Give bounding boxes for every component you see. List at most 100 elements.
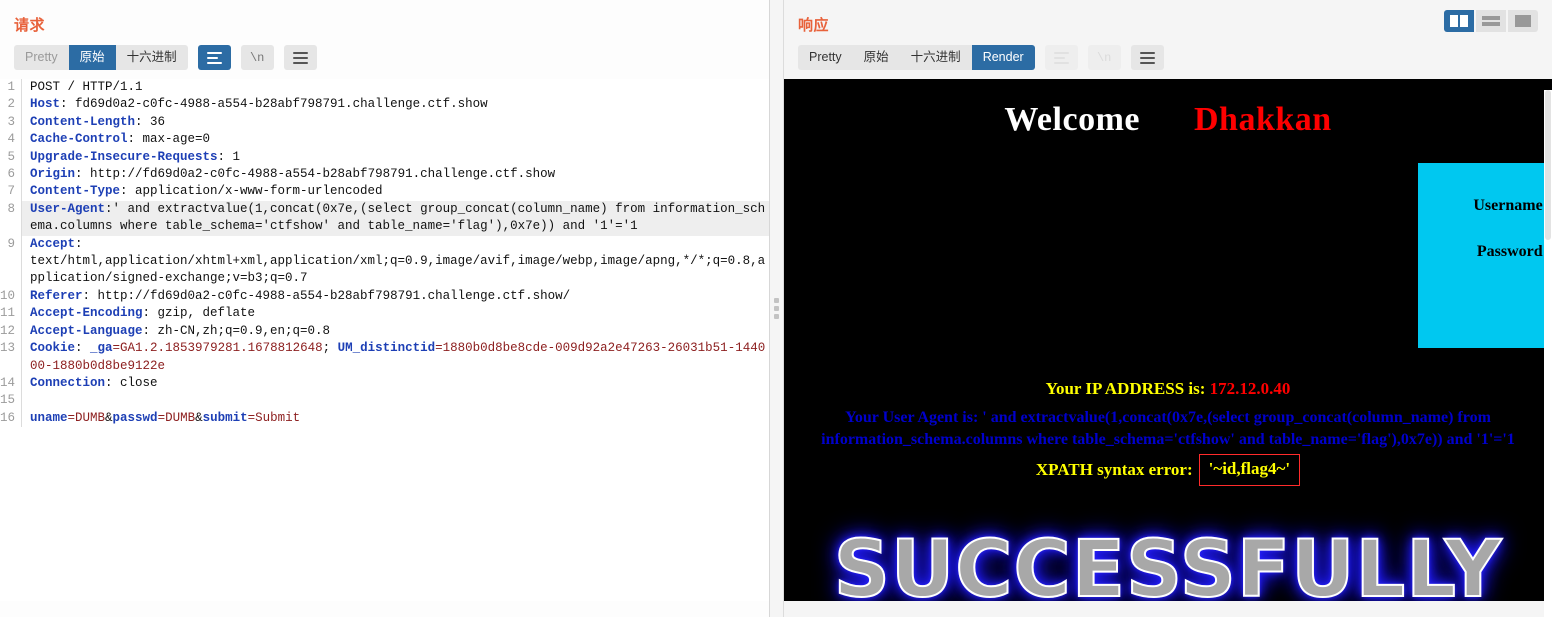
line-content[interactable]: POST / HTTP/1.1	[22, 79, 769, 96]
line-number: 6	[0, 166, 22, 184]
response-tab-hex[interactable]: 十六进制	[899, 45, 972, 70]
code-line: 8 User-Agent:' and extractvalue(1,concat(…	[0, 200, 769, 236]
xpath-error-line: XPATH syntax error: '~id,flag4~'	[1035, 454, 1301, 486]
response-text-block: Your IP ADDRESS is: 172.12.0.40 Your Use…	[784, 379, 1552, 486]
token: :' and extractvalue(1,concat(0x7e,(selec…	[30, 201, 766, 234]
layout-single-pane-button[interactable]	[1508, 10, 1538, 32]
line-number: 11	[0, 305, 22, 323]
code-line: 5 Upgrade-Insecure-Requests: 1	[0, 148, 769, 167]
line-content[interactable]: User-Agent:' and extractvalue(1,concat(0…	[22, 200, 769, 236]
token: &	[195, 410, 203, 425]
token: =GA1.2.1853979281.1678812648	[112, 341, 323, 356]
welcome-heading: Welcome Dhakkan	[784, 79, 1552, 139]
ip-address-label: Your IP ADDRESS is:	[1045, 379, 1206, 398]
token: uname	[30, 410, 68, 425]
xpath-error-label: XPATH syntax error:	[1035, 460, 1193, 479]
token: Origin	[30, 167, 76, 182]
token: ;	[322, 341, 338, 356]
line-content[interactable]: Accept-Language: zh-CN,zh;q=0.9,en;q=0.8	[22, 323, 769, 340]
panel-splitter[interactable]	[770, 0, 784, 617]
show-newlines-label: \n	[249, 50, 265, 65]
line-content[interactable]: Content-Type: application/x-www-form-url…	[22, 183, 769, 200]
layout-toggle-group	[1444, 10, 1538, 32]
ip-address-value: 172.12.0.40	[1209, 379, 1291, 398]
code-line: 16 uname=DUMB&passwd=DUMB&submit=Submit	[0, 409, 769, 428]
line-number: 7	[0, 183, 22, 201]
ip-address-line: Your IP ADDRESS is: 172.12.0.40	[784, 379, 1552, 399]
line-content[interactable]: Accept-Encoding: gzip, deflate	[22, 305, 769, 322]
layout-split-vertical-button[interactable]	[1444, 10, 1474, 32]
request-editor[interactable]: 1 POST / HTTP/1.1 2 Host: fd69d0a2-c0fc-498…	[0, 79, 769, 601]
rendered-response-view: Welcome Dhakkan Username : Password : Yo…	[784, 79, 1552, 601]
line-number: 8	[0, 200, 22, 236]
request-view-mode-group: Pretty 原始 十六进制	[14, 45, 188, 70]
token: Accept	[30, 236, 76, 251]
line-content[interactable]	[22, 392, 769, 409]
success-banner: SUCCESSFULLY	[833, 524, 1503, 601]
line-content[interactable]: Host: fd69d0a2-c0fc-4988-a554-b28abf7987…	[22, 96, 769, 113]
token: =DUMB	[157, 410, 196, 425]
flag-value-highlight: '~id,flag4~'	[1198, 454, 1301, 486]
line-number: 13	[0, 340, 22, 375]
token: : 1	[217, 149, 241, 164]
request-title: 请求	[14, 17, 46, 34]
response-tab-raw[interactable]: 原始	[852, 45, 900, 70]
token: Upgrade-Insecure-Requests	[30, 149, 218, 164]
layout-split-horizontal-button[interactable]	[1476, 10, 1506, 32]
response-toolbar: Pretty 原始 十六进制 Render \n	[784, 35, 1552, 79]
response-tab-pretty[interactable]: Pretty	[798, 45, 853, 70]
token: : 36	[135, 114, 166, 129]
code-line: 3 Content-Length: 36	[0, 113, 769, 132]
code-line: 9 Accept: text/html,application/xhtml+xml…	[0, 235, 769, 288]
line-content[interactable]: Cache-Control: max-age=0	[22, 131, 769, 148]
token: : text/html,application/xhtml+xml,applic…	[30, 236, 766, 286]
token: : gzip, deflate	[142, 306, 256, 321]
wrap-lines-icon[interactable]	[197, 45, 231, 70]
menu-icon[interactable]	[1130, 45, 1164, 70]
response-scrollbar[interactable]	[1544, 90, 1552, 617]
line-number: 4	[0, 131, 22, 149]
login-form-box: Username : Password :	[1418, 163, 1552, 348]
line-content[interactable]: Referer: http://fd69d0a2-c0fc-4988-a554-…	[22, 288, 769, 305]
splitter-grip-icon	[774, 295, 779, 322]
request-panel: 请求 Pretty 原始 十六进制 \n 1 POST / HTTP/1.1 2…	[0, 0, 770, 617]
line-content[interactable]: Upgrade-Insecure-Requests: 1	[22, 149, 769, 166]
line-content[interactable]: Cookie: _ga=GA1.2.1853979281.1678812648;…	[22, 340, 769, 375]
response-tab-render[interactable]: Render	[971, 45, 1035, 70]
response-panel: 响应 Pretty 原始 十六进制 Render \n Welcome Dhak…	[784, 0, 1552, 617]
welcome-text: Welcome	[1004, 101, 1140, 138]
show-newlines-label: \n	[1096, 50, 1112, 65]
token: : close	[105, 375, 158, 390]
show-newlines-icon[interactable]: \n	[240, 45, 274, 70]
line-number: 15	[0, 392, 22, 410]
token: Cache-Control	[30, 132, 128, 147]
line-number: 5	[0, 148, 22, 167]
password-label: Password :	[1476, 243, 1552, 260]
code-line: 10 Referer: http://fd69d0a2-c0fc-4988-a55…	[0, 287, 769, 306]
token: User-Agent	[30, 201, 106, 216]
token: : zh-CN,zh;q=0.9,en;q=0.8	[142, 323, 331, 338]
brand-text: Dhakkan	[1193, 101, 1332, 138]
line-content[interactable]: Content-Length: 36	[22, 114, 769, 131]
code-line: 4 Cache-Control: max-age=0	[0, 131, 769, 149]
line-number: 16	[0, 409, 22, 428]
line-content[interactable]: Accept: text/html,application/xhtml+xml,…	[22, 236, 769, 288]
token: Content-Type	[30, 184, 121, 199]
username-label: Username :	[1473, 197, 1552, 214]
line-content[interactable]: Origin: http://fd69d0a2-c0fc-4988-a554-b…	[22, 166, 769, 183]
token: Accept-Encoding	[30, 306, 143, 321]
line-content[interactable]: uname=DUMB&passwd=DUMB&submit=Submit	[22, 410, 769, 427]
request-tab-hex[interactable]: 十六进制	[115, 45, 188, 70]
token: : fd69d0a2-c0fc-4988-a554-b28abf798791.c…	[60, 97, 488, 112]
request-tab-pretty[interactable]: Pretty	[14, 45, 69, 70]
line-number: 14	[0, 374, 22, 393]
burp-repeater-window: 请求 Pretty 原始 十六进制 \n 1 POST / HTTP/1.1 2…	[0, 0, 1552, 617]
show-newlines-icon: \n	[1087, 45, 1121, 70]
line-content[interactable]: Connection: close	[22, 375, 769, 392]
code-line: 14 Connection: close	[0, 374, 769, 393]
token: : application/x-www-form-urlencoded	[120, 184, 383, 199]
menu-icon[interactable]	[283, 45, 317, 70]
token: UM_distinctid	[337, 341, 436, 356]
request-tab-raw[interactable]: 原始	[68, 45, 116, 70]
line-number: 9	[0, 235, 22, 288]
